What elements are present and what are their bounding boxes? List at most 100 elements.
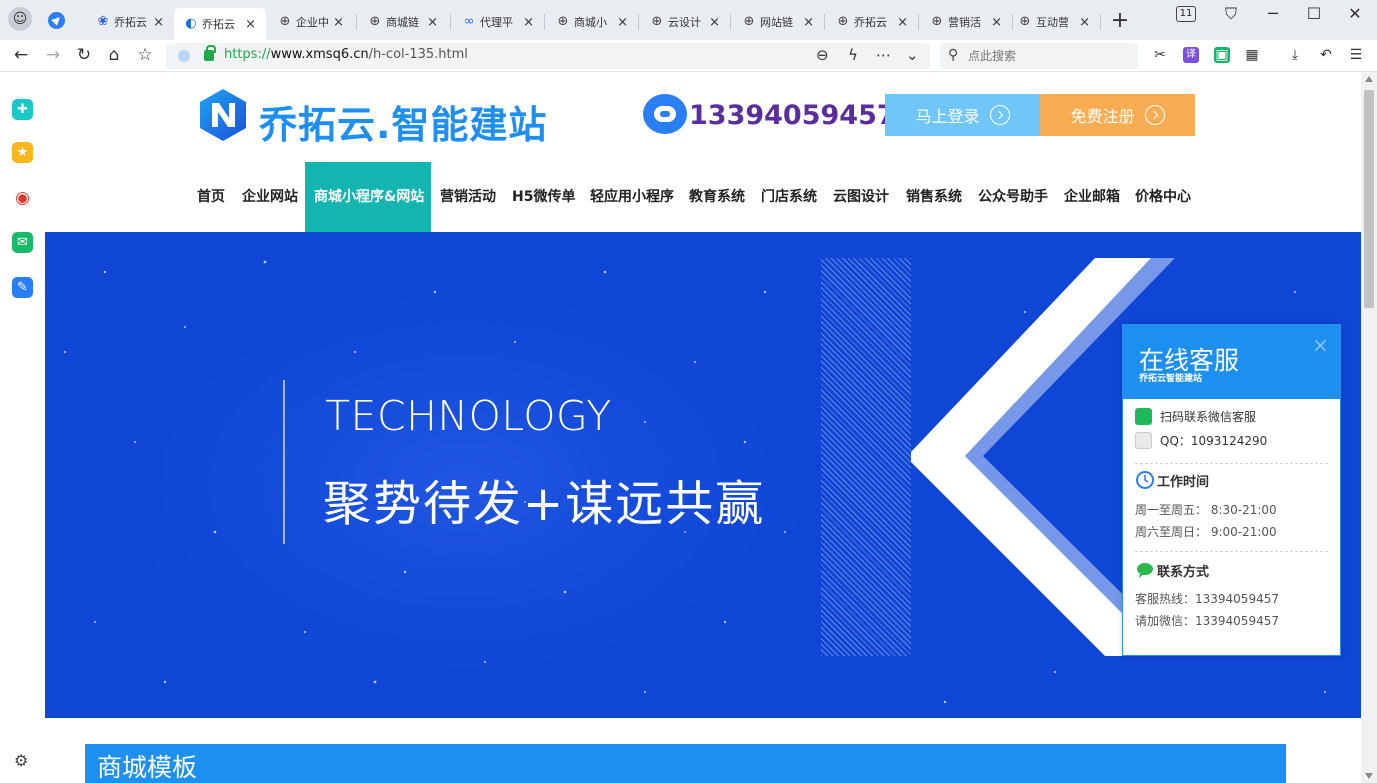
nav-item-official-account[interactable]: 公众号助手 xyxy=(978,162,1048,232)
close-icon[interactable]: × xyxy=(1312,333,1329,357)
tab-close-icon[interactable]: × xyxy=(427,15,438,30)
notes-icon[interactable]: ✎ xyxy=(12,277,33,298)
more-icon[interactable]: ⋯ xyxy=(876,46,891,64)
search-box[interactable]: ⚲ xyxy=(940,43,1138,69)
scrollbar-thumb[interactable] xyxy=(1364,90,1374,308)
browser-tab[interactable]: ❀ 乔拓云 × xyxy=(86,8,174,36)
browser-tab[interactable]: ∞ 代理平 × xyxy=(452,8,544,36)
tab-close-icon[interactable]: × xyxy=(991,15,1002,30)
close-window-icon[interactable]: ✕ xyxy=(1345,4,1365,23)
contact-heading: 联系方式 xyxy=(1135,560,1209,580)
nav-item-light-app[interactable]: 轻应用小程序 xyxy=(590,162,674,232)
address-bar[interactable]: https://www.xmsq6.cn/h-col-135.html ⊖ ϟ … xyxy=(166,43,930,69)
nav-item-h5[interactable]: H5微传单 xyxy=(512,162,575,232)
browser-tab[interactable]: ⊕ 云设计 × xyxy=(640,8,730,36)
tab-close-icon[interactable]: × xyxy=(709,15,720,30)
undo-icon[interactable]: ↶ xyxy=(1318,47,1334,63)
service-hotline: 客服热线：13394059457 xyxy=(1135,592,1279,606)
nav-item-marketing[interactable]: 营销活动 xyxy=(440,162,496,232)
scissors-icon[interactable]: ✂ xyxy=(1152,47,1168,63)
banner-chinese-title: 聚势待发+谋远共赢 xyxy=(323,476,766,532)
plus-icon[interactable]: ✚ xyxy=(12,99,33,120)
dot-pattern-decoration xyxy=(821,258,911,656)
favorites-star-icon[interactable]: ★ xyxy=(12,142,33,163)
translate-icon[interactable]: 译 xyxy=(1183,47,1199,63)
globe-icon: ⊕ xyxy=(837,14,849,29)
arrow-right-icon xyxy=(1144,105,1165,125)
login-button[interactable]: 马上登录 xyxy=(885,94,1040,136)
site-logo-text[interactable]: 乔拓云.智能建站 xyxy=(259,94,547,149)
tab-count-button[interactable]: 11 xyxy=(1176,6,1196,22)
nav-item-mall-miniapp[interactable]: 商城小程序&网站 xyxy=(305,162,431,232)
browser-tab-active[interactable]: ◐ 乔拓云 × xyxy=(174,8,266,40)
lightning-icon[interactable]: ϟ xyxy=(848,46,858,64)
gear-icon[interactable]: ⚙ xyxy=(14,751,28,770)
browser-tab[interactable]: ⊕ 乔拓云 × xyxy=(826,8,918,36)
menu-icon[interactable]: ☰ xyxy=(1348,47,1364,63)
reload-icon[interactable]: ↻ xyxy=(74,45,94,65)
tab-close-icon[interactable]: × xyxy=(523,15,534,30)
tab-close-icon[interactable]: × xyxy=(1079,15,1090,30)
new-tab-button[interactable]: + xyxy=(1110,8,1130,33)
chat-bubble-icon xyxy=(643,94,687,134)
page-scrollbar[interactable] xyxy=(1361,72,1377,783)
reader-icon[interactable]: ▣ xyxy=(1214,47,1230,63)
nav-item-email[interactable]: 企业邮箱 xyxy=(1064,162,1120,232)
browser-tab[interactable]: ⊕ 营销活 × xyxy=(920,8,1012,36)
section-title: 商城模板 xyxy=(97,753,198,782)
browser-tab[interactable]: ⊕ 商城链 × xyxy=(358,8,448,36)
scroll-down-icon[interactable] xyxy=(1365,773,1373,779)
arrow-right-icon xyxy=(989,105,1010,125)
globe-icon: ⊕ xyxy=(743,14,755,29)
nav-item-enterprise-site[interactable]: 企业网站 xyxy=(242,162,298,232)
banner-english-title: TECHNOLOGY xyxy=(325,392,612,440)
nav-item-sales[interactable]: 销售系统 xyxy=(906,162,962,232)
online-service-panel: 在线客服 乔拓云智能建站 × 扫码联系微信客服 QQ：1093124290 工作… xyxy=(1122,324,1341,656)
browser-logo-icon[interactable]: ☺ xyxy=(8,7,32,31)
tab-close-icon[interactable]: × xyxy=(617,15,628,30)
lock-icon xyxy=(204,45,216,61)
wechat-service-link[interactable]: 扫码联系微信客服 xyxy=(1135,408,1256,425)
mail-icon[interactable]: ✉ xyxy=(12,232,33,253)
nav-item-home[interactable]: 首页 xyxy=(197,162,225,232)
bookmark-star-icon[interactable]: ☆ xyxy=(135,45,155,65)
forward-icon[interactable]: → xyxy=(43,45,63,65)
scroll-up-icon[interactable] xyxy=(1365,76,1373,82)
chevron-down-icon[interactable]: ⌄ xyxy=(906,46,919,64)
browser-sidebar: ✚ ★ ◉ ✉ ✎ ⚙ xyxy=(0,72,45,783)
zoom-icon[interactable]: ⊖ xyxy=(816,46,829,64)
nav-item-education[interactable]: 教育系统 xyxy=(689,162,745,232)
browser-tab[interactable]: ⊕ 互动营 × xyxy=(1008,8,1100,36)
tab-close-icon[interactable]: × xyxy=(803,15,814,30)
maximize-icon[interactable]: ☐ xyxy=(1304,4,1324,23)
tab-close-icon[interactable]: × xyxy=(333,15,344,30)
back-icon[interactable]: ← xyxy=(11,45,31,65)
pinned-tab-icon[interactable] xyxy=(48,12,65,29)
minimize-icon[interactable]: ─ xyxy=(1263,4,1283,23)
section-header: 商城模板 xyxy=(85,744,1286,783)
qiaotuo-logo-icon[interactable] xyxy=(197,87,249,143)
search-input[interactable] xyxy=(968,47,1128,65)
shirt-icon[interactable]: ⛉ xyxy=(1221,4,1241,24)
qq-service-link[interactable]: QQ：1093124290 xyxy=(1135,432,1267,449)
work-time-heading: 工作时间 xyxy=(1135,470,1209,490)
tab-close-icon[interactable]: × xyxy=(153,15,164,30)
url-text[interactable]: https://www.xmsq6.cn/h-col-135.html xyxy=(224,47,468,62)
nav-item-store[interactable]: 门店系统 xyxy=(761,162,817,232)
speech-bubble-icon xyxy=(1137,563,1153,578)
tab-close-icon[interactable]: × xyxy=(897,15,908,30)
nav-item-cloud-design[interactable]: 云图设计 xyxy=(833,162,889,232)
weibo-icon[interactable]: ◉ xyxy=(12,188,33,209)
browser-tab[interactable]: ⊕ 企业中 × xyxy=(268,8,354,36)
register-button[interactable]: 免费注册 xyxy=(1040,94,1195,136)
qq-penguin-icon xyxy=(1135,432,1152,449)
web-page: 乔拓云.智能建站 13394059457 马上登录 免费注册 首页 企业网站 商… xyxy=(45,72,1361,783)
nav-item-pricing[interactable]: 价格中心 xyxy=(1135,162,1191,232)
download-icon[interactable]: ⤓ xyxy=(1287,47,1303,63)
tab-close-icon[interactable]: × xyxy=(245,17,256,32)
browser-tab[interactable]: ⊕ 网站链 × xyxy=(732,8,824,36)
browser-tab[interactable]: ⊕ 商城小 × xyxy=(546,8,638,36)
qiaotuo-icon: ◐ xyxy=(185,16,197,31)
apps-grid-icon[interactable]: ▦ xyxy=(1244,47,1260,63)
home-icon[interactable]: ⌂ xyxy=(104,45,124,65)
